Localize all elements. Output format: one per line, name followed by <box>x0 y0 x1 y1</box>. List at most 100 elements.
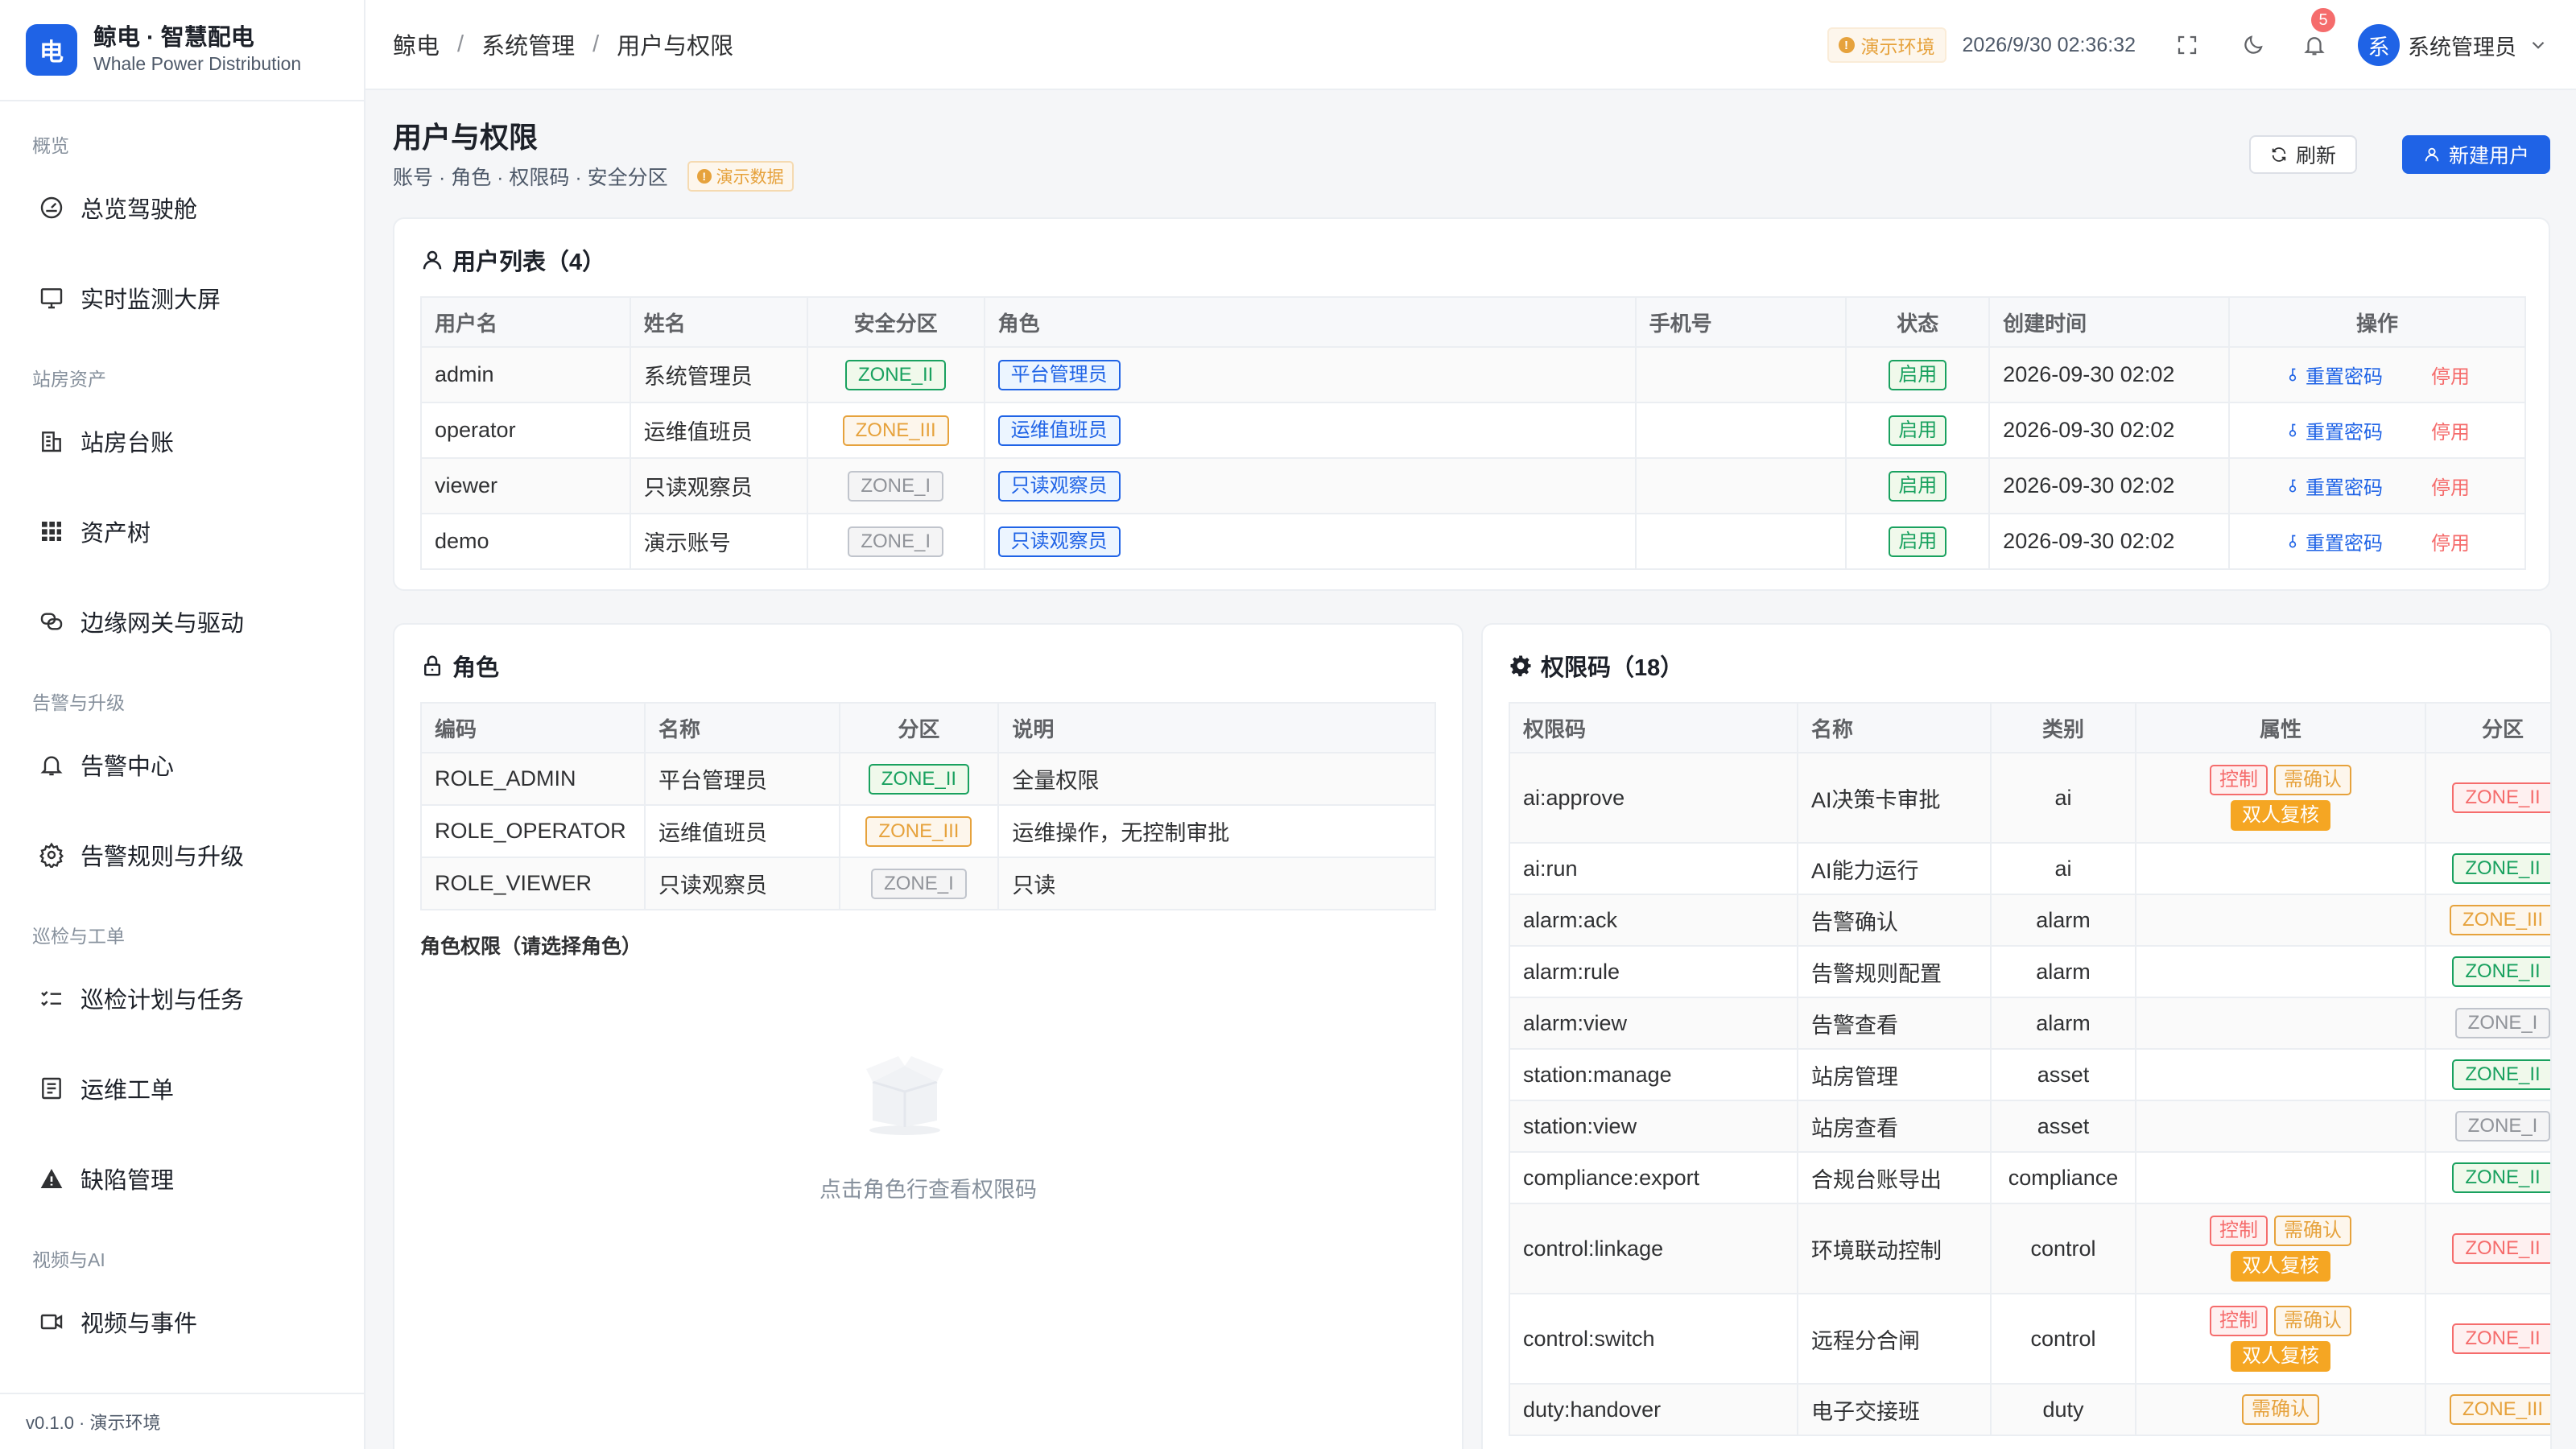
gear-icon <box>39 842 64 868</box>
table-row[interactable]: duty:handover 电子交接班 duty 需确认 ZONE_III <box>1509 1383 2550 1436</box>
breadcrumb-system[interactable]: 系统管理 <box>481 27 575 61</box>
zone-tag: ZONE_I <box>848 526 943 557</box>
table-row[interactable]: alarm:ack 告警确认 alarm ZONE_III <box>1509 894 2550 947</box>
role-tag: 运维值班员 <box>997 415 1121 446</box>
breadcrumb-home[interactable]: 鲸电 <box>393 27 440 61</box>
info-icon: ! <box>1838 37 1855 53</box>
reset-password-link[interactable]: 重置密码 <box>2285 472 2383 500</box>
moon-icon <box>2244 35 2263 54</box>
cell-name: 电子交接班 <box>1797 1383 1992 1436</box>
cell-category: asset <box>1990 1048 2136 1101</box>
table-row[interactable]: station:manage 站房管理 asset ZONE_II <box>1509 1048 2550 1101</box>
breadcrumb-separator: / <box>457 31 464 57</box>
user-list-title: 用户列表（4） <box>420 243 605 277</box>
nav-item-label: 视频与事件 <box>80 1311 198 1337</box>
table-row[interactable]: ai:approve AI决策卡审批 ai 控制 需确认 双人复核 ZONE_II <box>1509 752 2550 844</box>
theme-toggle[interactable] <box>2239 31 2268 60</box>
confirm-tag: 需确认 <box>2274 1216 2351 1246</box>
table-row[interactable]: demo 演示账号 ZONE_I 只读观察员 启用 2026-09-30 02:… <box>420 513 2526 570</box>
nav-item-alarm-rules[interactable]: 告警规则与升级 <box>0 810 364 900</box>
nav-group-station: 站房资产 <box>32 369 106 390</box>
cell-code: ai:approve <box>1509 752 1798 844</box>
nav-item-label: 运维工单 <box>80 1078 175 1104</box>
table-row[interactable]: alarm:view 告警查看 alarm ZONE_I <box>1509 997 2550 1050</box>
new-user-button[interactable]: 新建用户 <box>2401 135 2550 174</box>
table-row[interactable]: station:view 站房查看 asset ZONE_I <box>1509 1100 2550 1153</box>
nav-item-asset-tree[interactable]: 资产树 <box>0 486 364 576</box>
col-name: 名称 <box>1797 702 1992 753</box>
cell-created: 2026-09-30 02:02 <box>1988 513 2231 570</box>
nav-item-alarm-center[interactable]: 告警中心 <box>0 720 364 810</box>
nav-item-defects[interactable]: 缺陷管理 <box>0 1133 364 1224</box>
nav-item-station-ledger[interactable]: 站房台账 <box>0 396 364 486</box>
table-row[interactable]: control:switch 远程分合闸 control 控制 需确认 双人复核 Z… <box>1509 1293 2550 1385</box>
cell-username: demo <box>420 513 631 570</box>
cell-code: compliance:export <box>1509 1151 1798 1204</box>
nav-item-monitor[interactable]: 实时监测大屏 <box>0 253 364 343</box>
table-row[interactable]: ai:run AI能力运行 ai ZONE_II <box>1509 842 2550 895</box>
chevron-down-icon[interactable] <box>2528 35 2549 56</box>
nav-item-gateway[interactable]: 边缘网关与驱动 <box>0 576 364 667</box>
fullscreen-button[interactable] <box>2173 31 2202 60</box>
breadcrumb: 鲸电 / 系统管理 / 用户与权限 <box>365 27 733 61</box>
breadcrumb-separator: / <box>592 31 600 57</box>
nav-item-dashboard[interactable]: 总览驾驶舱 <box>0 163 364 253</box>
table-row[interactable]: ROLE_VIEWER 只读观察员 ZONE_I 只读 <box>420 857 1436 910</box>
new-user-label: 新建用户 <box>2448 145 2529 167</box>
page-subtitle-text: 账号 · 角色 · 权限码 · 安全分区 <box>393 167 668 189</box>
col-created: 创建时间 <box>1988 296 2231 348</box>
notifications-button[interactable]: 5 <box>2300 6 2337 60</box>
table-header-row: 编码 名称 分区 说明 <box>420 702 1436 753</box>
col-actions: 操作 <box>2228 296 2526 348</box>
reset-password-link[interactable]: 重置密码 <box>2285 527 2383 555</box>
table-row[interactable]: control:linkage 环境联动控制 control 控制 需确认 双人复核… <box>1509 1203 2550 1294</box>
table-header-row: 用户名 姓名 安全分区 角色 手机号 状态 创建时间 操作 <box>420 296 2526 348</box>
table-row[interactable]: ROLE_OPERATOR 运维值班员 ZONE_III 运维操作，无控制审批 <box>420 804 1436 858</box>
table-row[interactable]: admin 系统管理员 ZONE_II 平台管理员 启用 2026-09-30 … <box>420 346 2526 403</box>
nav-item-inspection-plan[interactable]: 巡检计划与任务 <box>0 953 364 1043</box>
cell-category: compliance <box>1990 1151 2136 1204</box>
reset-password-link[interactable]: 重置密码 <box>2285 416 2383 444</box>
cell-name: AI决策卡审批 <box>1797 752 1992 844</box>
table-row[interactable]: compliance:export 合规台账导出 compliance ZONE… <box>1509 1151 2550 1204</box>
clock: 2026/9/30 02:36:32 <box>1962 33 2136 56</box>
cell-category: duty <box>1990 1383 2136 1436</box>
permissions-title: 权限码（18） <box>1509 649 1683 683</box>
confirm-tag: 需确认 <box>2274 1306 2351 1336</box>
table-row[interactable]: ROLE_ADMIN 平台管理员 ZONE_II 全量权限 <box>420 752 1436 806</box>
disable-link[interactable]: 停用 <box>2431 477 2470 499</box>
cell-code: ROLE_VIEWER <box>420 857 646 910</box>
roles-title: 角色 <box>420 649 499 683</box>
brand[interactable]: 电 鲸电 · 智慧配电 Whale Power Distribution <box>0 0 364 101</box>
table-row[interactable]: operator 运维值班员 ZONE_III 运维值班员 启用 2026-09… <box>420 402 2526 459</box>
brand-title: 鲸电 · 智慧配电 <box>93 25 254 51</box>
cell-category: ai <box>1990 842 2136 895</box>
disable-link[interactable]: 停用 <box>2431 533 2470 555</box>
zone-tag: ZONE_II <box>2452 853 2550 884</box>
zone-tag: ZONE_II <box>2452 1233 2550 1264</box>
user-name[interactable]: 系统管理员 <box>2408 30 2516 61</box>
attribute-tags: 控制 需确认 双人复核 <box>2149 1216 2412 1282</box>
disable-link[interactable]: 停用 <box>2431 366 2470 388</box>
cell-desc: 只读 <box>997 857 1436 910</box>
cell-code: alarm:ack <box>1509 894 1798 947</box>
table-row[interactable]: viewer 只读观察员 ZONE_I 只读观察员 启用 2026-09-30 … <box>420 457 2526 514</box>
table-row[interactable]: alarm:rule 告警规则配置 alarm ZONE_II <box>1509 945 2550 998</box>
zone-tag: ZONE_II <box>2452 1323 2550 1354</box>
refresh-button[interactable]: 刷新 <box>2248 135 2357 174</box>
reset-password-link[interactable]: 重置密码 <box>2285 361 2383 389</box>
cell-name: 站房管理 <box>1797 1048 1992 1101</box>
breadcrumb-current: 用户与权限 <box>617 34 734 60</box>
nav-menu: 概览 总览驾驶舱 实时监测大屏 站房资产 站房台账 资产树 边缘网关与驱动 告警… <box>0 101 364 1367</box>
topbar: 鲸电 / 系统管理 / 用户与权限 ! 演示环境 2026/9/30 02:36:… <box>365 0 2576 90</box>
status-badge: 启用 <box>1889 470 1947 502</box>
confirm-tag: 需确认 <box>2274 765 2351 795</box>
disable-link[interactable]: 停用 <box>2431 422 2470 444</box>
col-zone: 分区 <box>2425 702 2550 753</box>
role-tag: 只读观察员 <box>997 470 1121 502</box>
cell-name: 只读观察员 <box>643 857 840 910</box>
nav-item-video[interactable]: 视频与事件 <box>0 1277 364 1367</box>
cell-category: control <box>1990 1293 2136 1385</box>
avatar[interactable]: 系 <box>2358 24 2400 66</box>
nav-item-work-order[interactable]: 运维工单 <box>0 1043 364 1133</box>
